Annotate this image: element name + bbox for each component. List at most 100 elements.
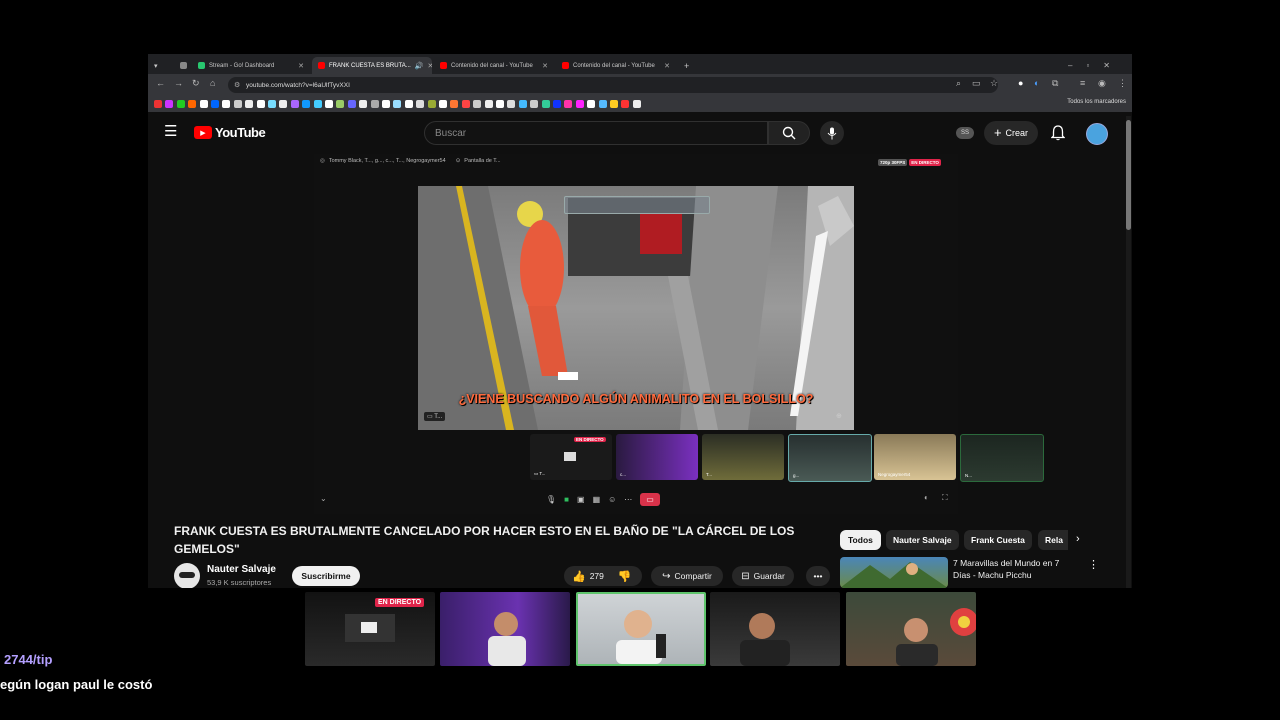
search-button[interactable] <box>768 121 810 145</box>
profile-icon[interactable]: ◉ <box>1098 78 1106 89</box>
bookmark-favicon-icon[interactable] <box>336 100 345 108</box>
recommendation-title[interactable]: 7 Maravillas del Mundo en 7 Días - Machu… <box>953 557 1073 581</box>
tab-groups-icon[interactable] <box>174 57 190 74</box>
dislike-icon[interactable]: 👎 <box>618 570 632 583</box>
bookmark-favicon-icon[interactable] <box>461 100 470 108</box>
collapse-chevron-icon[interactable]: ⌄ <box>320 494 327 503</box>
bookmark-favicon-icon[interactable] <box>598 100 607 108</box>
extension-badge[interactable]: SS <box>956 127 974 139</box>
chips-next-icon[interactable]: › <box>1076 533 1080 545</box>
participant-thumb-screen[interactable]: EN DIRECTO ▭ T... <box>530 434 612 480</box>
tab-dashboard[interactable]: Stream - Go! Dashboard ✕ <box>192 57 310 74</box>
bookmark-favicon-icon[interactable] <box>302 100 311 108</box>
chip-channel[interactable]: Nauter Salvaje <box>886 530 959 550</box>
bookmark-favicon-icon[interactable] <box>154 100 162 108</box>
bookmark-favicon-icon[interactable] <box>165 100 174 108</box>
youtube-logo[interactable]: ▶ YouTube <box>194 125 266 140</box>
effects-icon[interactable]: ☺ <box>608 495 616 504</box>
bookmark-favicon-icon[interactable] <box>256 100 265 108</box>
bookmark-favicon-icon[interactable] <box>176 100 185 108</box>
mic-toggle-icon[interactable]: 🎙 <box>546 495 556 504</box>
bookmark-favicon-icon[interactable] <box>370 100 379 108</box>
camera-toggle-icon[interactable]: ■ <box>564 495 569 504</box>
create-button[interactable]: + Crear <box>984 121 1038 145</box>
zoom-icon[interactable]: ⌕ <box>956 78 961 89</box>
bookmark-favicon-icon[interactable] <box>518 100 527 108</box>
bookmark-favicon-icon[interactable] <box>404 100 413 108</box>
like-icon[interactable]: 👍 <box>572 570 586 583</box>
tab-search-button[interactable]: ▾ <box>148 57 170 74</box>
bookmark-favicon-icon[interactable] <box>632 100 641 108</box>
chip-all[interactable]: Todos <box>840 530 881 550</box>
tab-channel-content-1[interactable]: Contenido del canal - YouTube ✕ <box>434 57 554 74</box>
chat-bubble-icon[interactable]: ▭ T... <box>424 412 446 421</box>
video-player[interactable]: ◎ Tommy Black, T..., g..., c..., T..., N… <box>314 154 1044 514</box>
bookmark-favicon-icon[interactable] <box>347 100 356 108</box>
like-count[interactable]: 279 <box>590 571 604 581</box>
participant-thumb-2[interactable]: c... <box>616 434 698 480</box>
chip-frank-cuesta[interactable]: Frank Cuesta <box>964 530 1032 550</box>
tab-video[interactable]: FRANK CUESTA ES BRUTA... 🔊 ✕ <box>312 57 432 74</box>
menu-icon[interactable]: ⋮ <box>1118 78 1127 89</box>
extension-audio-icon[interactable]: ◐ <box>1034 78 1039 88</box>
reading-list-icon[interactable]: ≡ <box>1080 78 1085 88</box>
bookmark-favicon-icon[interactable] <box>313 100 322 108</box>
subscribe-button[interactable]: Suscribirme <box>292 566 360 586</box>
bookmark-favicon-icon[interactable] <box>507 100 516 108</box>
bookmark-favicon-icon[interactable] <box>188 100 197 108</box>
channel-avatar[interactable] <box>174 563 200 588</box>
all-bookmarks-folder[interactable]: Todos los marcadores <box>1067 99 1126 105</box>
new-tab-button[interactable]: + <box>678 57 694 74</box>
bookmark-favicon-icon[interactable] <box>450 100 459 108</box>
bookmark-favicon-icon[interactable] <box>325 100 333 108</box>
bookmark-favicon-icon[interactable] <box>416 100 425 108</box>
video-frame[interactable]: ¿VIENE BUSCANDO ALGÚN ANIMALITO EN EL BO… <box>418 186 854 430</box>
bookmark-favicon-icon[interactable] <box>382 100 390 108</box>
bookmark-favicon-icon[interactable] <box>587 100 596 108</box>
bookmark-favicon-icon[interactable] <box>233 100 242 108</box>
site-info-icon[interactable]: ⚙ <box>234 81 240 89</box>
bookmark-favicon-icon[interactable] <box>268 100 276 108</box>
install-icon[interactable]: ▭ <box>972 78 981 89</box>
close-icon[interactable]: ✕ <box>542 62 548 70</box>
scrollbar-thumb[interactable] <box>1126 120 1131 230</box>
bookmark-favicon-icon[interactable] <box>199 100 208 108</box>
channel-name[interactable]: Nauter Salvaje <box>207 564 276 575</box>
address-bar[interactable]: ⚙ youtube.com/watch?v=l6aUlfTyvXXI <box>228 77 998 93</box>
bookmark-favicon-icon[interactable] <box>222 100 231 108</box>
forward-icon[interactable]: → <box>174 78 183 88</box>
expand-icon[interactable]: ⊕ <box>836 412 842 420</box>
chip-related[interactable]: Rela <box>1038 530 1068 550</box>
scrollbar[interactable] <box>1126 116 1131 588</box>
share-screen-icon[interactable]: ▣ <box>577 495 585 504</box>
avatar[interactable] <box>1086 123 1108 145</box>
bookmark-favicon-icon[interactable] <box>541 100 550 108</box>
bookmark-favicon-icon[interactable] <box>245 100 254 108</box>
bookmark-favicon-icon[interactable] <box>621 100 630 108</box>
bookmark-favicon-icon[interactable] <box>575 100 584 108</box>
recommendation-menu-icon[interactable]: ⋮ <box>1088 558 1099 571</box>
bookmark-favicon-icon[interactable] <box>530 100 539 108</box>
close-icon[interactable]: ✕ <box>664 62 670 70</box>
close-icon[interactable]: ✕ <box>298 62 304 70</box>
participant-thumb-4[interactable]: g... <box>788 434 872 482</box>
bookmark-favicon-icon[interactable] <box>393 100 402 108</box>
bookmark-star-icon[interactable]: ☆ <box>990 78 998 89</box>
notifications-bell-icon[interactable] <box>1051 125 1065 141</box>
extensions-icon[interactable]: ⧉ <box>1052 78 1058 89</box>
bookmark-favicon-icon[interactable] <box>484 100 493 108</box>
fullscreen-icon[interactable]: ⛶ <box>942 493 948 503</box>
bookmark-favicon-icon[interactable] <box>211 100 219 108</box>
bookmark-favicon-icon[interactable] <box>564 100 573 108</box>
bookmark-favicon-icon[interactable] <box>290 100 299 108</box>
audio-icon[interactable]: 🔊 <box>415 62 424 70</box>
search-input[interactable]: Buscar <box>424 121 768 145</box>
leave-call-button[interactable]: ▭ <box>640 492 660 506</box>
bookmark-favicon-icon[interactable] <box>610 100 618 108</box>
maximize-icon[interactable]: ▫ <box>1086 61 1089 70</box>
extension-dot-icon[interactable]: ● <box>1018 78 1023 88</box>
grid-view-icon[interactable]: ▦ <box>593 495 601 504</box>
hamburger-menu-icon[interactable]: ☰ <box>164 122 177 140</box>
bookmark-favicon-icon[interactable] <box>439 100 447 108</box>
bookmark-favicon-icon[interactable] <box>553 100 561 108</box>
